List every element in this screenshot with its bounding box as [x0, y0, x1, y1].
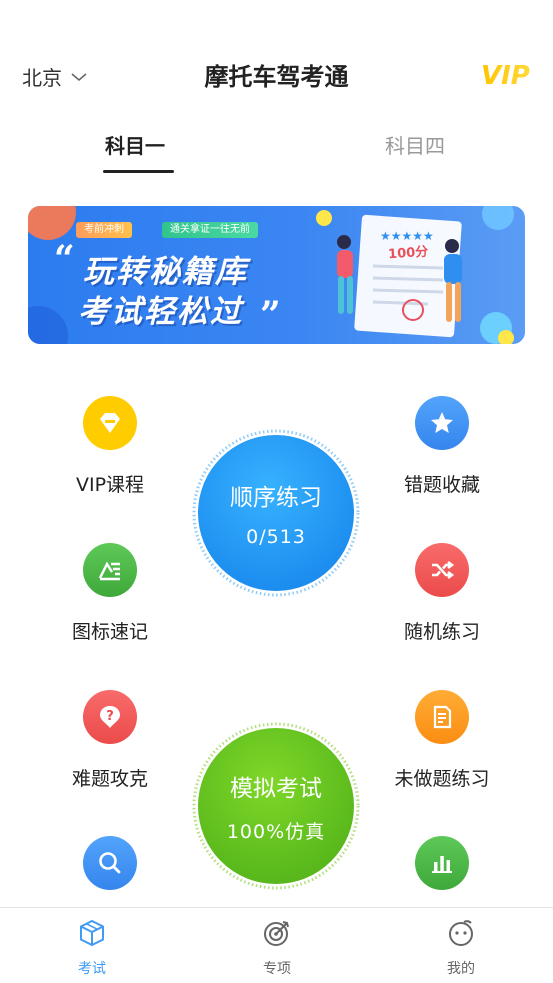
nav-item-mine[interactable]: 我的: [421, 918, 501, 978]
sign-icon: [83, 543, 137, 597]
sequential-practice-button[interactable]: 顺序练习 0/513: [191, 428, 361, 598]
sequential-practice-progress: 0/513: [246, 526, 306, 548]
wrong-collect-label: 错题收藏: [403, 474, 480, 496]
app-title: 摩托车驾考通: [204, 63, 349, 91]
hard-questions-label: 难题攻克: [71, 768, 148, 790]
random-practice-label: 随机练习: [403, 621, 480, 643]
search-icon: [83, 836, 137, 890]
document-icon: [415, 690, 469, 744]
wrong-collect-button[interactable]: 错题收藏: [372, 396, 512, 497]
quote-open-icon: “: [54, 238, 75, 280]
mock-exam-subtitle: 100%仿真: [226, 820, 326, 843]
nav-item-special[interactable]: 专项: [237, 918, 317, 978]
undone-practice-button[interactable]: 未做题练习: [372, 690, 512, 791]
star-icon: [415, 396, 469, 450]
banner-tag-right: 通关拿证一往无前: [162, 222, 258, 238]
app-header: 北京 摩托车驾考通 VIP: [0, 44, 553, 104]
banner-tag-left: 考前冲刺: [76, 222, 132, 238]
undone-practice-label: 未做题练习: [394, 768, 490, 790]
nav-label-exam: 考试: [78, 961, 106, 977]
sequential-practice-circle: 顺序练习 0/513: [198, 435, 354, 591]
random-practice-button[interactable]: 随机练习: [372, 543, 512, 644]
tab-subject-one[interactable]: 科目一: [105, 130, 165, 159]
banner-score: 100分: [387, 244, 429, 263]
sign-memory-label: 图标速记: [71, 621, 148, 643]
mock-exam-circle: 模拟考试 100%仿真: [198, 728, 354, 884]
quote-close-icon: ”: [260, 294, 281, 336]
promo-banner[interactable]: ★★★★★ 考前冲刺 通关拿证一往无前 “ 玩转秘籍库 考试轻松过 ” 100分: [28, 206, 525, 344]
stats-button[interactable]: [372, 836, 512, 890]
vip-logo-icon[interactable]: VIP: [479, 60, 539, 88]
tab-subject-four[interactable]: 科目四: [385, 130, 445, 159]
nav-label-special: 专项: [263, 961, 291, 977]
bottom-nav: 考试 专项 我的: [0, 907, 553, 983]
vip-course-button[interactable]: VIP课程: [40, 396, 180, 497]
target-icon: [264, 921, 289, 946]
cube-icon: [80, 919, 104, 947]
active-tab-underline: [103, 170, 174, 173]
search-button[interactable]: [40, 836, 180, 890]
svg-text:VIP: VIP: [481, 61, 530, 88]
banner-headline-1: 玩转秘籍库: [83, 254, 248, 290]
hard-questions-button[interactable]: ? 难题攻克: [40, 690, 180, 791]
mock-exam-button[interactable]: 模拟考试 100%仿真: [191, 721, 361, 891]
nav-label-mine: 我的: [447, 961, 475, 977]
bar-chart-icon: [415, 836, 469, 890]
subject-tabs: 科目一 科目四: [0, 120, 553, 180]
mock-exam-title: 模拟考试: [230, 775, 322, 802]
vip-course-label: VIP课程: [75, 474, 145, 496]
svg-text:?: ?: [106, 709, 114, 724]
nav-item-exam[interactable]: 考试: [52, 918, 132, 978]
face-icon: [449, 920, 473, 946]
banner-headline-2: 考试轻松过: [78, 294, 243, 330]
shuffle-icon: [415, 543, 469, 597]
vip-diamond-icon: [83, 396, 137, 450]
sequential-practice-title: 顺序练习: [230, 485, 322, 511]
sign-memory-button[interactable]: 图标速记: [40, 543, 180, 644]
question-icon: ?: [83, 690, 137, 744]
